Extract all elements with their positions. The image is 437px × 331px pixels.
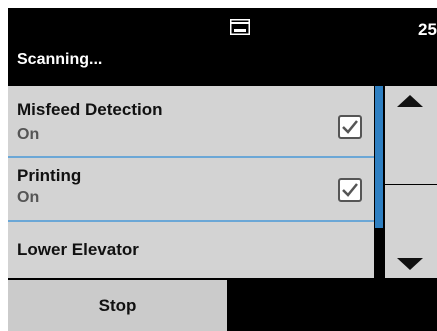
scanner-screen: 250 Scanning... Misfeed Detection On Pri… — [8, 8, 437, 331]
scroll-up-button[interactable] — [385, 86, 437, 184]
checkbox-checked-icon[interactable] — [338, 115, 362, 139]
stop-button[interactable]: Stop — [8, 280, 227, 331]
setting-label: Lower Elevator — [17, 240, 139, 259]
settings-list: Misfeed Detection On Printing On Lower E… — [8, 86, 374, 278]
setting-row-misfeed-detection[interactable]: Misfeed Detection On — [8, 86, 374, 156]
scroll-down-button[interactable] — [385, 185, 437, 278]
setting-label: Misfeed Detection — [17, 100, 163, 119]
setting-row-lower-elevator[interactable]: Lower Elevator — [8, 222, 374, 278]
setting-value: On — [17, 189, 40, 206]
output-tray-icon — [230, 19, 250, 35]
page-counter: 250 — [418, 20, 437, 39]
setting-value: On — [17, 126, 40, 143]
status-header: 250 Scanning... — [8, 8, 437, 86]
checkbox-checked-icon[interactable] — [338, 178, 362, 202]
status-text: Scanning... — [17, 51, 103, 68]
setting-label: Printing — [17, 166, 82, 185]
triangle-up-icon — [397, 95, 423, 107]
triangle-down-icon — [397, 258, 423, 270]
setting-row-printing[interactable]: Printing On — [8, 158, 374, 220]
footer-empty-area — [227, 280, 437, 331]
scrollbar-thumb[interactable] — [375, 86, 383, 228]
